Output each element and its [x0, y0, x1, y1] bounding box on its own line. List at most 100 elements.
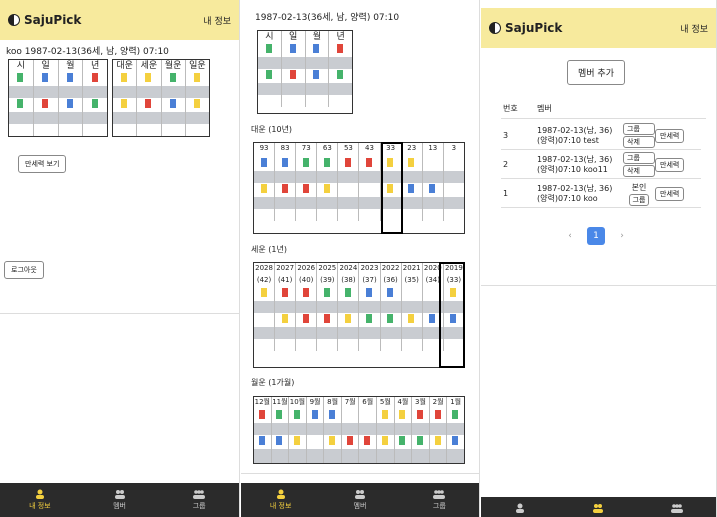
app-logo[interactable]: SajuPick: [489, 21, 562, 35]
divider: [241, 473, 479, 474]
header-cell: 2021: [402, 263, 423, 275]
group-button[interactable]: 그룹: [623, 152, 655, 164]
col-header: 시: [258, 31, 282, 43]
header-cell: 11월: [272, 397, 290, 409]
nav-member[interactable]: [559, 497, 637, 515]
my-info-link[interactable]: 내 정보: [680, 22, 708, 35]
header-cell: 9월: [307, 397, 325, 409]
people-icon: [354, 490, 365, 499]
daeun-title: 대운 (10년): [251, 125, 293, 134]
member-info: 1987-02-13(남, 36) (양력)07:10 koo11: [537, 154, 613, 174]
member-num: 1: [503, 189, 509, 198]
header-cell: (40): [296, 275, 318, 287]
bottom-nav: [481, 497, 716, 517]
col-num-header: 번호: [503, 104, 518, 113]
header-cell: (42): [254, 275, 276, 287]
col-header: 년: [90, 61, 100, 71]
group-button[interactable]: 그룹: [623, 123, 655, 135]
nav-group[interactable]: [638, 497, 716, 515]
page-1-button[interactable]: 1: [587, 227, 605, 245]
panel-manseryeok: 1987-02-13(36세, 남, 양력) 07:10 시 일 월 년 대운 …: [241, 0, 480, 517]
divider: [0, 313, 239, 314]
col-member-header: 멤버: [537, 104, 552, 113]
col-header: 대운: [113, 60, 138, 72]
divider: [481, 285, 716, 286]
header-cell: 2월: [430, 397, 448, 409]
member-num: 2: [503, 160, 509, 169]
people-icon: [593, 504, 604, 513]
nav-member[interactable]: 멤버: [80, 483, 160, 517]
col-header: 시: [9, 60, 34, 72]
header-cell: 2024: [338, 263, 360, 275]
person-icon: [276, 489, 285, 499]
header-cell: 83: [275, 143, 297, 157]
manseryeok-button[interactable]: 만세력: [655, 128, 685, 143]
pagination: ‹ 1 ›: [561, 227, 631, 245]
next-page-button[interactable]: ›: [613, 227, 631, 245]
header-cell: 3월: [412, 397, 430, 409]
header-cell: 1월: [450, 398, 462, 406]
manseryeok-button[interactable]: 만세력: [655, 157, 685, 172]
header-cell: (37): [359, 275, 381, 287]
current-daeun-highlight: [381, 142, 403, 234]
add-member-button[interactable]: 멤버 추가: [567, 60, 625, 85]
col-header: 월: [306, 31, 330, 43]
header-cell: 73: [296, 143, 318, 157]
view-manseryeok-button[interactable]: 만세력 보기: [18, 155, 67, 173]
group-icon: [433, 490, 446, 499]
person-icon: [516, 503, 525, 513]
header-cell: 2025: [317, 263, 339, 275]
header-cell: 2028: [254, 263, 276, 275]
header-cell: 5월: [377, 397, 395, 409]
saju-grid: 시 일 월 년: [8, 59, 108, 137]
bottom-nav: 내 정보 멤버 그룹: [0, 483, 239, 517]
group-button[interactable]: 그룹: [628, 193, 650, 206]
luck-grid: 대운 세운 월운 일운: [112, 59, 210, 137]
nav-group[interactable]: 그룹: [400, 483, 479, 517]
user-info-line: koo 1987-02-13(36세, 남, 양력) 07:10: [6, 47, 169, 57]
member-num: 3: [503, 131, 509, 140]
header-cell: 2022: [381, 263, 402, 275]
header-cell: 12월: [254, 397, 272, 409]
nav-myinfo[interactable]: [481, 497, 559, 515]
wolun-grid: 12월 11월 10월 9월 8월 7월 6월 5월 4월 3월 2월 1월: [253, 396, 465, 464]
my-info-link[interactable]: 내 정보: [203, 14, 231, 27]
header-cell: (41): [275, 275, 297, 287]
header-cell: 53: [338, 143, 360, 157]
member-row: 2 1987-02-13(남, 36) (양력)07:10 koo11 그룹 삭제 …: [501, 151, 701, 179]
col-header: 월: [59, 60, 84, 72]
saju-grid: 시 일 월 년: [257, 30, 353, 114]
header-cell: 2027: [275, 263, 297, 275]
manseryeok-button[interactable]: 만세력: [655, 186, 685, 201]
nav-myinfo[interactable]: 내 정보: [241, 483, 320, 517]
group-icon: [193, 490, 206, 499]
people-icon: [114, 490, 125, 499]
col-header: 일: [282, 31, 306, 43]
header-cell: 23: [402, 143, 423, 157]
header-cell: (39): [317, 275, 339, 287]
header-cell: (38): [338, 275, 360, 287]
nav-myinfo[interactable]: 내 정보: [0, 483, 80, 517]
header-cell: 4월: [395, 397, 413, 409]
delete-button[interactable]: 삭제: [623, 165, 655, 177]
prev-page-button[interactable]: ‹: [561, 227, 579, 245]
nav-group[interactable]: 그룹: [159, 483, 239, 517]
seun-grid: 2028 2027 2026 2025 2024 2023 2022 2021 2020 2019…: [253, 262, 465, 368]
app-logo[interactable]: SajuPick: [8, 13, 81, 27]
header-cell: 13: [423, 143, 444, 157]
header-cell: 3: [451, 144, 457, 152]
daeun-grid: 93 83 73 63 53 43 33 23 13 3: [253, 142, 465, 234]
delete-button[interactable]: 삭제: [623, 136, 655, 148]
header-cell: 43: [359, 143, 381, 157]
panel-members: SajuPick 내 정보 멤버 추가 번호 멤버 3 1987-02-13(남…: [481, 0, 717, 517]
header-cell: 8월: [324, 397, 342, 409]
col-header: 일: [34, 60, 59, 72]
logout-button[interactable]: 로그아웃: [4, 261, 44, 279]
col-header: 세운: [137, 60, 162, 72]
person-icon: [35, 489, 44, 499]
header-cell: 2023: [359, 263, 381, 275]
nav-member[interactable]: 멤버: [320, 483, 399, 517]
wolun-title: 월운 (1가월): [251, 378, 295, 387]
member-info: 1987-02-13(남, 36) (양력)07:10 test: [537, 125, 613, 145]
group-icon: [670, 504, 683, 513]
